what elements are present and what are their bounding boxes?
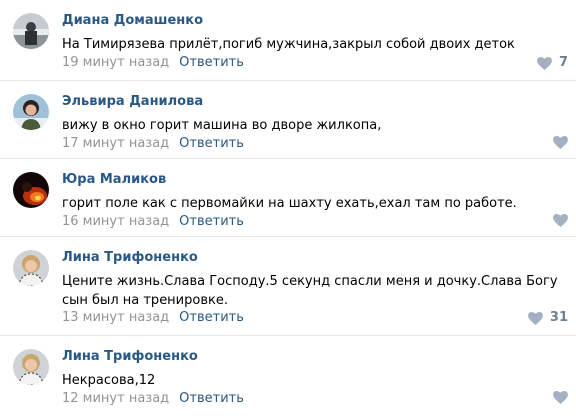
comment-author[interactable]: Диана Домашенко xyxy=(62,13,203,29)
comment-text: Некрасова,12 xyxy=(62,373,156,388)
comment-time[interactable]: 16 минут назад xyxy=(62,214,169,229)
comment-meta: 17 минут назад Ответить xyxy=(62,136,244,152)
like-button[interactable]: 7 xyxy=(537,55,568,71)
comment-text: горит поле как с первомайки на шахту еха… xyxy=(62,196,517,211)
comment-author[interactable]: Юра Маликов xyxy=(62,172,166,188)
comment-text: На Тимирязева прилёт,погиб мужчина,закры… xyxy=(62,37,515,52)
like-button[interactable]: 31 xyxy=(527,310,568,326)
reply-button[interactable]: Ответить xyxy=(179,310,244,325)
comment-time[interactable]: 19 минут назад xyxy=(62,55,169,70)
avatar[interactable] xyxy=(13,349,49,385)
comment-meta: 13 минут назад Ответить xyxy=(62,310,244,326)
avatar-photo-icon xyxy=(13,13,49,49)
avatar[interactable] xyxy=(13,94,49,130)
comment-author[interactable]: Эльвира Данилова xyxy=(62,94,203,110)
comment-text: вижу в окно горит машина во дворе жилкоп… xyxy=(62,118,382,133)
reply-button[interactable]: Ответить xyxy=(179,214,244,229)
reply-button[interactable]: Ответить xyxy=(179,391,244,406)
heart-icon xyxy=(553,391,568,404)
heart-icon xyxy=(537,56,552,70)
comment-time[interactable]: 17 минут назад xyxy=(62,136,169,151)
comment-time[interactable]: 13 минут назад xyxy=(62,310,169,325)
avatar-photo-icon xyxy=(13,94,49,130)
heart-icon xyxy=(527,311,543,325)
like-button[interactable] xyxy=(553,136,568,149)
avatar[interactable] xyxy=(13,172,49,208)
reply-button[interactable]: Ответить xyxy=(179,55,244,70)
comment-item: Юра Маликов горит поле как с первомайки … xyxy=(0,159,576,237)
like-button[interactable] xyxy=(553,391,568,404)
like-count: 31 xyxy=(549,310,568,325)
comment-meta: 12 минут назад Ответить xyxy=(62,391,244,407)
comment-author[interactable]: Лина Трифоненко xyxy=(62,250,198,266)
avatar-photo-icon xyxy=(13,349,49,385)
comment-time[interactable]: 12 минут назад xyxy=(62,391,169,406)
heart-icon xyxy=(553,214,568,227)
avatar[interactable] xyxy=(13,250,49,286)
comment-item: Эльвира Данилова вижу в окно горит машин… xyxy=(0,81,576,159)
comment-meta: 16 минут назад Ответить xyxy=(62,214,244,230)
like-count: 7 xyxy=(558,55,568,70)
avatar-photo-icon xyxy=(13,172,49,208)
like-button[interactable] xyxy=(553,214,568,227)
comment-item: Диана Домашенко На Тимирязева прилёт,пог… xyxy=(0,0,576,81)
comments-list: Диана Домашенко На Тимирязева прилёт,пог… xyxy=(0,0,576,418)
avatar-photo-icon xyxy=(13,250,49,286)
comment-text: Цените жизнь.Слава Господу.5 секунд спас… xyxy=(62,274,558,308)
avatar[interactable] xyxy=(13,13,49,49)
comment-item: Лина Трифоненко Некрасова,12 12 минут на… xyxy=(0,336,576,418)
comment-item: Лина Трифоненко Цените жизнь.Слава Госпо… xyxy=(0,237,576,336)
comment-author[interactable]: Лина Трифоненко xyxy=(62,349,198,365)
reply-button[interactable]: Ответить xyxy=(179,136,244,151)
heart-icon xyxy=(553,136,568,149)
comment-meta: 19 минут назад Ответить xyxy=(62,55,244,71)
